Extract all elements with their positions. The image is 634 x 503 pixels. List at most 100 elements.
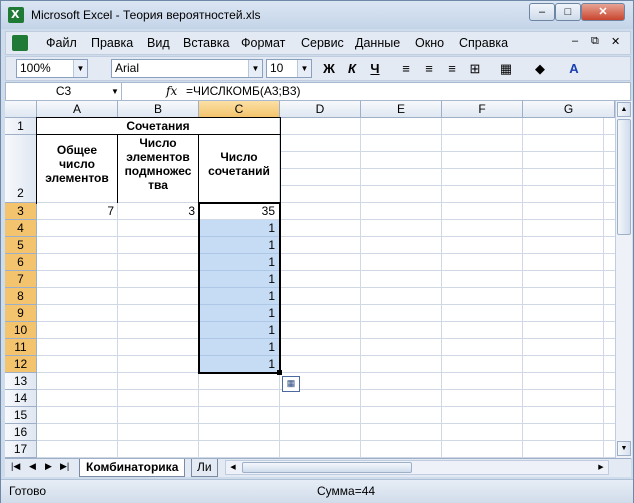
column-header-g[interactable]: G xyxy=(523,101,615,118)
header-cell-subset[interactable]: Число элементов подмножес тва xyxy=(118,135,199,203)
menu-window[interactable]: Окно xyxy=(415,36,444,50)
row-header-9[interactable]: 9 xyxy=(5,305,37,322)
cell-c11[interactable]: 1 xyxy=(199,339,280,356)
first-sheet-button[interactable]: |◀ xyxy=(11,461,20,472)
bold-button[interactable]: Ж xyxy=(319,60,339,78)
scroll-left-button[interactable]: ◀ xyxy=(226,461,240,474)
merged-title-cell[interactable]: Сочетания xyxy=(37,118,280,135)
sheet-tab-bar: |◀ ◀ ▶ ▶| Комбинаторика Ли ◀ ▶ xyxy=(5,458,631,477)
row-header-17[interactable]: 17 xyxy=(5,441,37,458)
column-header-c[interactable]: C xyxy=(199,101,280,118)
status-sum: Сумма=44 xyxy=(317,484,376,498)
menu-help[interactable]: Справка xyxy=(459,36,508,50)
row-header-15[interactable]: 15 xyxy=(5,407,37,424)
cell-c5[interactable]: 1 xyxy=(199,237,280,254)
title-bar: X Microsoft Excel - Теория вероятностей.… xyxy=(1,1,633,29)
font-color-button[interactable]: A xyxy=(564,60,584,78)
row-header-3[interactable]: 3 xyxy=(5,203,37,220)
status-ready: Готово xyxy=(9,484,47,498)
merge-center-button[interactable]: ⊞ xyxy=(465,60,485,78)
scroll-thumb[interactable] xyxy=(617,119,631,235)
row-header-1[interactable]: 1 xyxy=(5,118,37,135)
table-border-col-ab xyxy=(117,135,118,203)
cell-a3[interactable]: 7 xyxy=(37,203,118,220)
minimize-button[interactable]: – xyxy=(529,3,555,21)
chevron-down-icon: ▼ xyxy=(111,87,119,96)
scroll-thumb[interactable] xyxy=(242,462,412,473)
window-title: Microsoft Excel - Теория вероятностей.xl… xyxy=(31,8,261,22)
doc-restore-button[interactable]: ⧉ xyxy=(591,35,599,48)
sheet-tab[interactable]: Ли xyxy=(191,459,218,477)
row-header-4[interactable]: 4 xyxy=(5,220,37,237)
row-header-6[interactable]: 6 xyxy=(5,254,37,271)
prev-sheet-button[interactable]: ◀ xyxy=(29,461,36,472)
worksheet-grid[interactable]: A B C D E F G 1 2 3 4 5 6 7 8 9 10 11 12… xyxy=(5,101,615,458)
chevron-down-icon: ▼ xyxy=(73,60,87,77)
row-header-5[interactable]: 5 xyxy=(5,237,37,254)
scroll-up-button[interactable]: ▲ xyxy=(617,102,631,117)
menu-tools[interactable]: Сервис xyxy=(301,36,344,50)
header-line: элементов xyxy=(45,171,109,185)
menu-format[interactable]: Формат xyxy=(241,36,285,50)
cell-c7[interactable]: 1 xyxy=(199,271,280,288)
align-right-button[interactable]: ≡ xyxy=(442,60,462,78)
row-header-10[interactable]: 10 xyxy=(5,322,37,339)
doc-minimize-button[interactable]: – xyxy=(572,35,578,47)
menu-insert[interactable]: Вставка xyxy=(183,36,229,50)
sheet-tab-active[interactable]: Комбинаторика xyxy=(79,459,186,477)
row-header-11[interactable]: 11 xyxy=(5,339,37,356)
maximize-button[interactable]: □ xyxy=(555,3,581,21)
column-header-f[interactable]: F xyxy=(442,101,523,118)
cell-c6[interactable]: 1 xyxy=(199,254,280,271)
column-header-b[interactable]: B xyxy=(118,101,199,118)
row-header-7[interactable]: 7 xyxy=(5,271,37,288)
cell-c8[interactable]: 1 xyxy=(199,288,280,305)
doc-close-button[interactable]: ✕ xyxy=(611,35,620,48)
row-header-8[interactable]: 8 xyxy=(5,288,37,305)
column-header-a[interactable]: A xyxy=(37,101,118,118)
underline-button[interactable]: Ч xyxy=(365,60,385,78)
fill-color-button[interactable]: ◆ xyxy=(530,60,550,78)
horizontal-scrollbar[interactable]: ◀ ▶ xyxy=(225,460,609,475)
align-center-button[interactable]: ≡ xyxy=(419,60,439,78)
select-all-corner[interactable] xyxy=(5,101,37,118)
row-header-14[interactable]: 14 xyxy=(5,390,37,407)
align-left-button[interactable]: ≡ xyxy=(396,60,416,78)
formula-input[interactable]: =ЧИСЛКОМБ(A3;B3) xyxy=(186,84,301,98)
borders-button[interactable]: ▦ xyxy=(496,60,516,78)
cell-c12[interactable]: 1 xyxy=(199,356,280,373)
row-header-16[interactable]: 16 xyxy=(5,424,37,441)
menu-edit[interactable]: Правка xyxy=(91,36,133,50)
insert-function-icon[interactable]: fx xyxy=(166,84,177,98)
close-button[interactable]: ✕ xyxy=(581,3,625,21)
zoom-combo[interactable]: 100% ▼ xyxy=(16,59,88,78)
row-header-13[interactable]: 13 xyxy=(5,373,37,390)
header-cell-combinations[interactable]: Число сочетаний xyxy=(199,135,280,203)
italic-button[interactable]: К xyxy=(342,60,362,78)
cell-b3[interactable]: 3 xyxy=(118,203,199,220)
menu-file[interactable]: Файл xyxy=(46,36,77,50)
next-sheet-button[interactable]: ▶ xyxy=(45,461,52,472)
font-size-combo[interactable]: 10 ▼ xyxy=(266,59,312,78)
row-header-2[interactable]: 2 xyxy=(5,135,37,203)
cell-c4[interactable]: 1 xyxy=(199,220,280,237)
column-header-e[interactable]: E xyxy=(361,101,442,118)
workbook-icon[interactable] xyxy=(12,35,28,51)
font-combo[interactable]: Arial ▼ xyxy=(111,59,263,78)
vertical-scrollbar[interactable]: ▲ ▼ xyxy=(615,101,632,458)
cell-c10[interactable]: 1 xyxy=(199,322,280,339)
menu-view[interactable]: Вид xyxy=(147,36,170,50)
auto-fill-options-icon[interactable]: ▦ xyxy=(282,376,300,392)
menu-data[interactable]: Данные xyxy=(355,36,400,50)
cell-c9[interactable]: 1 xyxy=(199,305,280,322)
header-cell-total[interactable]: Общее число элементов xyxy=(37,135,118,203)
fill-handle[interactable] xyxy=(277,370,282,375)
column-header-d[interactable]: D xyxy=(280,101,361,118)
scroll-right-button[interactable]: ▶ xyxy=(594,461,608,474)
menu-bar: Файл Правка Вид Вставка Формат Сервис Да… xyxy=(5,31,631,55)
scroll-down-button[interactable]: ▼ xyxy=(617,441,631,456)
name-box[interactable]: C3 ▼ xyxy=(6,83,122,100)
last-sheet-button[interactable]: ▶| xyxy=(60,461,69,472)
row-header-12[interactable]: 12 xyxy=(5,356,37,373)
cell-c3[interactable]: 35 xyxy=(199,203,280,220)
